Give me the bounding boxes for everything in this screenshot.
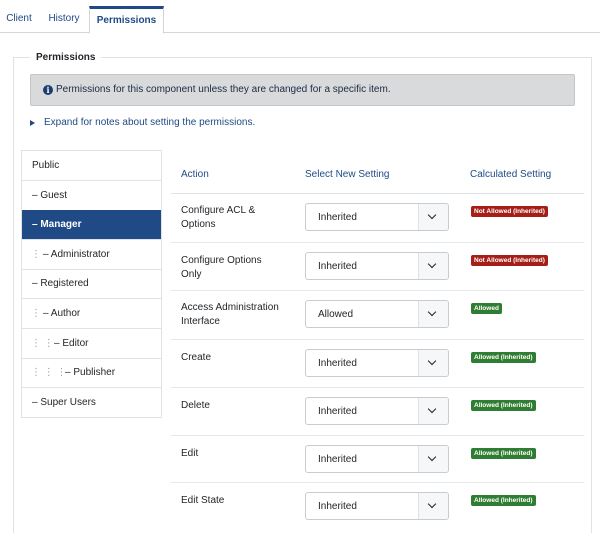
group-label: – Publisher: [65, 367, 116, 379]
permission-row: Edit State Inherited Allowed (Inherited): [171, 482, 584, 530]
group-item-manager[interactable]: – Manager: [22, 210, 161, 241]
column-header-calculated: Calculated Setting: [470, 169, 552, 180]
tab-permissions[interactable]: Permissions: [89, 6, 164, 34]
dropdown-button[interactable]: [418, 301, 448, 327]
permission-row: Configure Options Only Inherited Not Allow…: [171, 242, 584, 290]
calculated-status-badge: Allowed (Inherited): [471, 352, 536, 363]
action-label: Configure Options Only: [181, 255, 262, 280]
group-item-guest[interactable]: – Guest: [22, 181, 161, 211]
info-alert: i Permissions for this component unless …: [30, 74, 575, 106]
setting-select[interactable]: Inherited: [305, 252, 449, 280]
chevron-down-icon: [427, 210, 437, 220]
permission-row: Configure ACL & Options Inherited Not Allo…: [171, 193, 584, 242]
tab-bar: Client History Permissions: [0, 0, 600, 34]
column-header-select: Select New Setting: [305, 169, 390, 180]
chevron-down-icon: [427, 499, 437, 509]
action-label: Edit: [181, 448, 199, 459]
action-label: Edit State: [181, 495, 225, 506]
group-label: – Manager: [32, 219, 82, 231]
group-item-author[interactable]: ⋮ – Author: [22, 299, 161, 329]
setting-select-value: Inherited: [318, 212, 357, 223]
expand-notes-text: Expand for notes about setting the permi…: [44, 117, 256, 128]
dropdown-button[interactable]: [418, 253, 448, 279]
calculated-status-badge: Allowed (Inherited): [471, 448, 536, 459]
group-label: – Guest: [32, 189, 68, 201]
setting-select-value: Inherited: [318, 358, 357, 369]
calculated-status-badge: Allowed (Inherited): [471, 495, 536, 506]
chevron-down-icon: [427, 307, 437, 317]
setting-select-value: Allowed: [318, 309, 354, 320]
setting-select[interactable]: Inherited: [305, 203, 449, 231]
setting-select[interactable]: Inherited: [305, 445, 449, 473]
setting-select[interactable]: Inherited: [305, 349, 449, 377]
indent-dots: ⋮: [31, 308, 41, 319]
setting-select-value: Inherited: [318, 261, 357, 272]
indent-dots: ⋮ ⋮ ⋮: [31, 367, 67, 379]
dropdown-button[interactable]: [418, 204, 448, 230]
setting-select[interactable]: Inherited: [305, 492, 449, 520]
chevron-down-icon: [427, 259, 437, 269]
chevron-down-icon: [427, 452, 437, 462]
group-label: Public: [32, 160, 60, 171]
action-label: Delete: [181, 400, 210, 411]
tab-history[interactable]: History: [40, 4, 88, 33]
calculated-status-badge: Not Allowed (Inherited): [471, 255, 548, 266]
group-item-registered[interactable]: – Registered: [22, 269, 161, 300]
dropdown-button[interactable]: [418, 493, 448, 519]
group-label: – Author: [43, 308, 81, 319]
group-label: – Registered: [32, 278, 89, 290]
calculated-status-badge: Allowed: [471, 303, 502, 314]
action-label: Access Administration Interface: [181, 302, 279, 327]
alert-text: Permissions for this component unless th…: [56, 84, 391, 95]
permission-row: Edit Inherited Allowed (Inherited): [171, 435, 584, 482]
setting-select[interactable]: Inherited: [305, 397, 449, 425]
setting-select-value: Inherited: [318, 406, 357, 417]
group-item-public[interactable]: Public: [22, 151, 161, 181]
permission-row: Delete Inherited Allowed (Inherited): [171, 387, 584, 435]
setting-select-value: Inherited: [318, 454, 357, 465]
indent-dots: ⋮ ⋮: [31, 337, 54, 349]
user-group-list: Public – Guest – Manager ⋮ – Administrator – …: [21, 150, 162, 418]
action-label: Configure ACL & Options: [181, 205, 256, 230]
group-item-super-users[interactable]: – Super Users: [22, 388, 161, 418]
chevron-down-icon: [427, 404, 437, 414]
setting-select-value: Inherited: [318, 501, 357, 512]
calculated-status-badge: Allowed (Inherited): [471, 400, 536, 411]
tab-client[interactable]: Client: [0, 4, 38, 33]
info-icon: i: [43, 85, 53, 95]
group-label: – Administrator: [43, 248, 110, 260]
action-label: Create: [181, 352, 212, 363]
permission-row: Access Administration Interface Allowed Al…: [171, 290, 584, 339]
group-item-editor[interactable]: ⋮ ⋮ – Editor: [22, 329, 161, 359]
dropdown-button[interactable]: [418, 350, 448, 376]
dropdown-button[interactable]: [418, 446, 448, 472]
group-item-publisher[interactable]: ⋮ ⋮ ⋮ – Publisher: [22, 358, 161, 389]
group-label: – Super Users: [32, 396, 96, 408]
fieldset-legend: Permissions: [30, 52, 102, 63]
setting-select[interactable]: Allowed: [305, 300, 449, 328]
indent-dots: ⋮: [31, 248, 41, 260]
chevron-down-icon: [427, 356, 437, 366]
group-label: – Editor: [54, 337, 89, 349]
permission-row: Create Inherited Allowed (Inherited): [171, 339, 584, 387]
group-item-administrator[interactable]: ⋮ – Administrator: [22, 240, 161, 270]
column-header-action: Action: [181, 169, 209, 180]
caret-right-icon: [30, 120, 35, 126]
calculated-status-badge: Not Allowed (Inherited): [471, 206, 548, 217]
dropdown-button[interactable]: [418, 398, 448, 424]
